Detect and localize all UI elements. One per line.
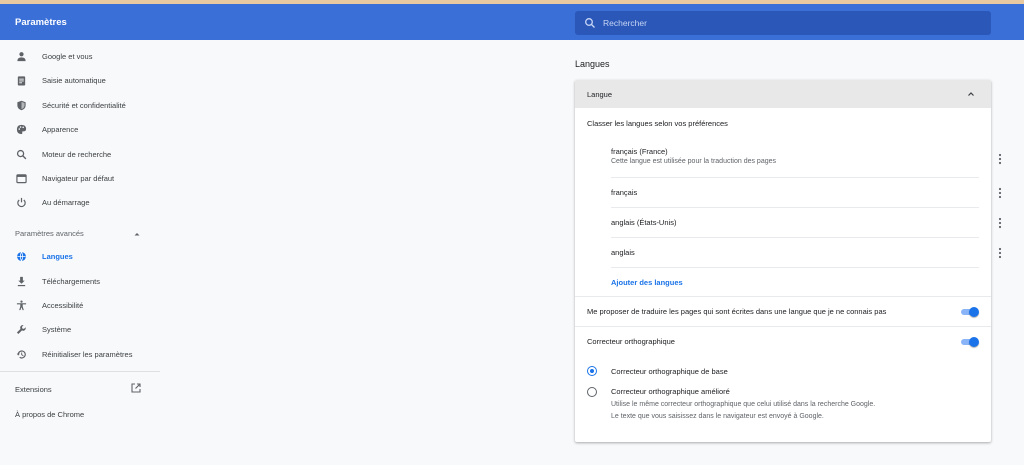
language-row: anglais (États-Unis) xyxy=(611,208,1002,238)
spellcheck-basic-label: Correcteur orthographique de base xyxy=(611,367,728,376)
section-heading-langues: Langues xyxy=(575,59,610,69)
clipboard-icon xyxy=(17,76,26,86)
sidebar-item-label: Téléchargements xyxy=(42,277,100,286)
chevron-up-icon xyxy=(968,92,974,96)
language-row: français (France) Cette langue est utili… xyxy=(611,142,1002,178)
spellcheck-label: Correcteur orthographique xyxy=(587,337,675,346)
add-languages-button[interactable]: Ajouter des langues xyxy=(611,278,683,287)
sidebar-item-label: Système xyxy=(42,325,72,334)
language-name: anglais (États-Unis) xyxy=(611,218,677,227)
language-name: anglais xyxy=(611,248,635,257)
language-row: anglais xyxy=(611,238,1002,268)
chevron-up-icon[interactable] xyxy=(133,230,141,238)
sidebar-item-label: Moteur de recherche xyxy=(42,150,112,159)
globe-icon xyxy=(17,251,26,262)
page-title: Paramètres xyxy=(15,17,67,28)
language-row: français xyxy=(611,178,1002,208)
browser-icon xyxy=(16,174,27,184)
sidebar-item-google-et-vous[interactable]: Google et vous xyxy=(0,47,160,67)
open-in-new-icon[interactable] xyxy=(131,383,141,393)
more-vert-icon[interactable] xyxy=(995,187,1005,199)
restore-icon xyxy=(16,350,26,359)
more-vert-icon[interactable] xyxy=(995,247,1005,259)
search-box[interactable] xyxy=(575,11,991,35)
sidebar-item-securite[interactable]: Sécurité et confidentialité xyxy=(0,96,160,116)
sidebar-item-label: Sécurité et confidentialité xyxy=(42,101,126,110)
toggle-knob xyxy=(969,337,979,347)
spellcheck-enhanced-label: Correcteur orthographique amélioré xyxy=(611,387,730,396)
sidebar-item-navigateur-defaut[interactable]: Navigateur par défaut xyxy=(0,169,160,189)
sidebar-item-label: Accessibilité xyxy=(42,301,84,310)
more-vert-icon[interactable] xyxy=(995,153,1005,165)
sidebar-item-langues[interactable]: Langues xyxy=(0,247,160,267)
sidebar: Google et vous Saisie automatique Sécuri… xyxy=(0,40,160,465)
search-icon xyxy=(16,149,27,160)
spellcheck-enhanced-radio[interactable] xyxy=(587,387,597,397)
order-languages-label: Classer les langues selon vos préférence… xyxy=(587,119,728,128)
download-icon xyxy=(17,276,26,287)
power-icon xyxy=(17,197,26,208)
languages-card: Langue Classer les langues selon vos pré… xyxy=(575,80,1002,442)
sidebar-item-moteur-recherche[interactable]: Moteur de recherche xyxy=(0,145,160,165)
language-name: français (France) xyxy=(611,147,668,156)
sidebar-item-saisie-automatique[interactable]: Saisie automatique xyxy=(0,71,160,91)
more-vert-icon[interactable] xyxy=(995,217,1005,229)
person-icon xyxy=(17,52,26,62)
spellcheck-toggle[interactable] xyxy=(961,337,979,347)
advanced-section-title[interactable]: Paramètres avancés xyxy=(15,229,84,238)
sidebar-item-label: Au démarrage xyxy=(42,198,90,207)
sidebar-item-apparence[interactable]: Apparence xyxy=(0,120,160,140)
sidebar-item-telechargements[interactable]: Téléchargements xyxy=(0,272,160,292)
palette-icon xyxy=(16,124,27,135)
language-header-label: Langue xyxy=(587,90,613,99)
about-chrome-link[interactable]: À propos de Chrome xyxy=(15,410,84,419)
translate-offer-label: Me proposer de traduire les pages qui so… xyxy=(587,307,887,316)
language-name: français xyxy=(611,188,638,197)
app-header: Paramètres xyxy=(0,4,1024,40)
sidebar-item-label: Apparence xyxy=(42,125,79,134)
language-description: Cette langue est utilisée pour la traduc… xyxy=(611,158,776,165)
spellcheck-basic-radio[interactable] xyxy=(587,366,597,376)
sidebar-item-label: Navigateur par défaut xyxy=(42,174,115,183)
card-separator xyxy=(575,326,991,327)
sidebar-item-demarrage[interactable]: Au démarrage xyxy=(0,193,160,213)
sidebar-item-reinitialiser[interactable]: Réinitialiser les paramètres xyxy=(0,345,160,365)
translate-offer-toggle[interactable] xyxy=(961,307,979,317)
extensions-link[interactable]: Extensions xyxy=(15,385,52,394)
sidebar-item-label: Langues xyxy=(42,252,73,261)
search-input[interactable] xyxy=(603,15,973,31)
sidebar-item-label: Google et vous xyxy=(42,52,93,61)
accessibility-icon xyxy=(16,300,27,311)
wrench-icon xyxy=(16,325,26,334)
toggle-knob xyxy=(969,307,979,317)
sidebar-divider xyxy=(0,371,160,372)
card-separator xyxy=(575,296,991,297)
spellcheck-enhanced-description: Utilise le même correcteur orthographiqu… xyxy=(611,401,876,420)
sidebar-item-accessibilite[interactable]: Accessibilité xyxy=(0,296,160,316)
sidebar-item-label: Réinitialiser les paramètres xyxy=(42,350,133,359)
shield-icon xyxy=(17,100,26,111)
search-icon xyxy=(585,18,595,28)
sidebar-item-label: Saisie automatique xyxy=(42,76,106,85)
sidebar-item-systeme[interactable]: Système xyxy=(0,320,160,340)
language-expander[interactable]: Langue xyxy=(575,80,991,108)
